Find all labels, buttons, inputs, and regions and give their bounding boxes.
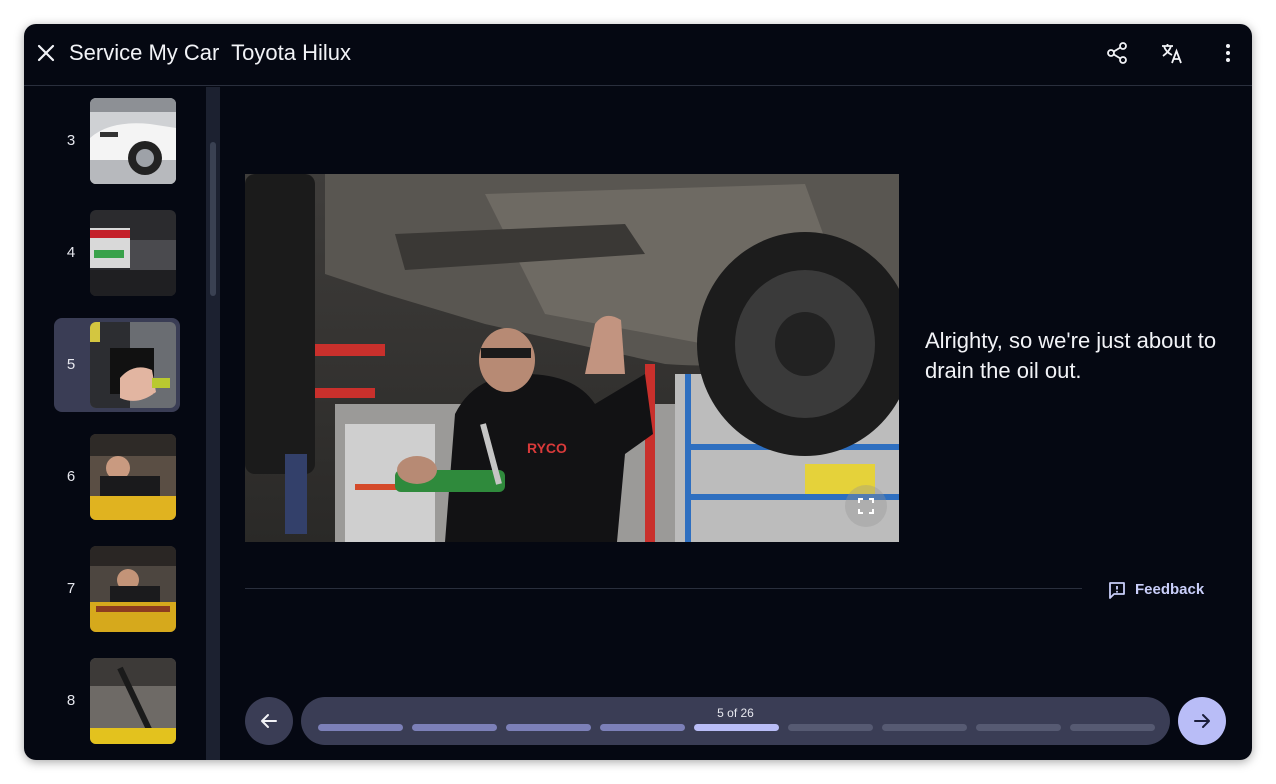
step-thumbnail bbox=[90, 322, 176, 408]
page-title: Service My Car Toyota Hilux bbox=[69, 40, 352, 65]
step-number: 6 bbox=[66, 468, 76, 485]
feedback-label: Feedback bbox=[1135, 581, 1205, 598]
more-vert-icon[interactable] bbox=[1216, 41, 1240, 65]
sidebar-item-step-7[interactable]: 7 bbox=[54, 542, 180, 636]
sidebar-item-step-6[interactable]: 6 bbox=[54, 430, 180, 524]
step-progress-bar: 5 of 26 bbox=[301, 697, 1170, 745]
sidebar-item-step-3[interactable]: 3 bbox=[54, 94, 180, 188]
header-bar: Service My Car Toyota Hilux bbox=[24, 24, 1252, 86]
progress-segment bbox=[1070, 724, 1155, 731]
progress-segment bbox=[694, 724, 779, 731]
arrow-left-icon bbox=[261, 714, 277, 728]
content-divider bbox=[245, 588, 1082, 589]
progress-segment bbox=[976, 724, 1061, 731]
next-step-button[interactable] bbox=[1178, 697, 1226, 745]
step-number: 7 bbox=[66, 580, 76, 597]
translate-icon[interactable] bbox=[1160, 41, 1184, 65]
step-image: RYCO bbox=[245, 174, 899, 542]
step-number: 8 bbox=[66, 692, 76, 709]
step-thumbnail bbox=[90, 546, 176, 632]
step-thumbnail bbox=[90, 210, 176, 296]
fullscreen-icon bbox=[858, 498, 874, 514]
sidebar-scrollbar-thumb[interactable] bbox=[210, 142, 216, 296]
step-number: 4 bbox=[66, 244, 76, 261]
step-thumbnail bbox=[90, 658, 176, 744]
step-number: 5 bbox=[66, 356, 76, 373]
share-icon[interactable] bbox=[1105, 41, 1129, 65]
fullscreen-button[interactable] bbox=[845, 485, 887, 527]
progress-segment bbox=[788, 724, 873, 731]
sidebar-item-step-4[interactable]: 4 bbox=[54, 206, 180, 300]
progress-segment bbox=[506, 724, 591, 731]
close-icon[interactable] bbox=[34, 41, 58, 65]
feedback-icon bbox=[1109, 582, 1125, 599]
step-sidebar: 3 4 5 6 7 8 bbox=[24, 87, 206, 760]
previous-step-button[interactable] bbox=[245, 697, 293, 745]
progress-label: 5 of 26 bbox=[717, 706, 754, 720]
progress-segment bbox=[412, 724, 497, 731]
progress-segment bbox=[882, 724, 967, 731]
tutorial-window: Service My Car Toyota Hilux 3 4 5 6 7 8 … bbox=[24, 24, 1252, 760]
hoodie-logo-text: RYCO bbox=[527, 440, 567, 456]
step-caption: Alrighty, so we're just about to drain t… bbox=[925, 328, 1217, 383]
step-thumbnail bbox=[90, 98, 176, 184]
progress-segment bbox=[600, 724, 685, 731]
sidebar-item-step-8[interactable]: 8 bbox=[54, 654, 180, 748]
progress-segment bbox=[318, 724, 403, 731]
step-thumbnail bbox=[90, 434, 176, 520]
sidebar-item-step-5[interactable]: 5 bbox=[54, 318, 180, 412]
arrow-right-icon bbox=[1194, 714, 1210, 728]
step-number: 3 bbox=[66, 132, 76, 149]
